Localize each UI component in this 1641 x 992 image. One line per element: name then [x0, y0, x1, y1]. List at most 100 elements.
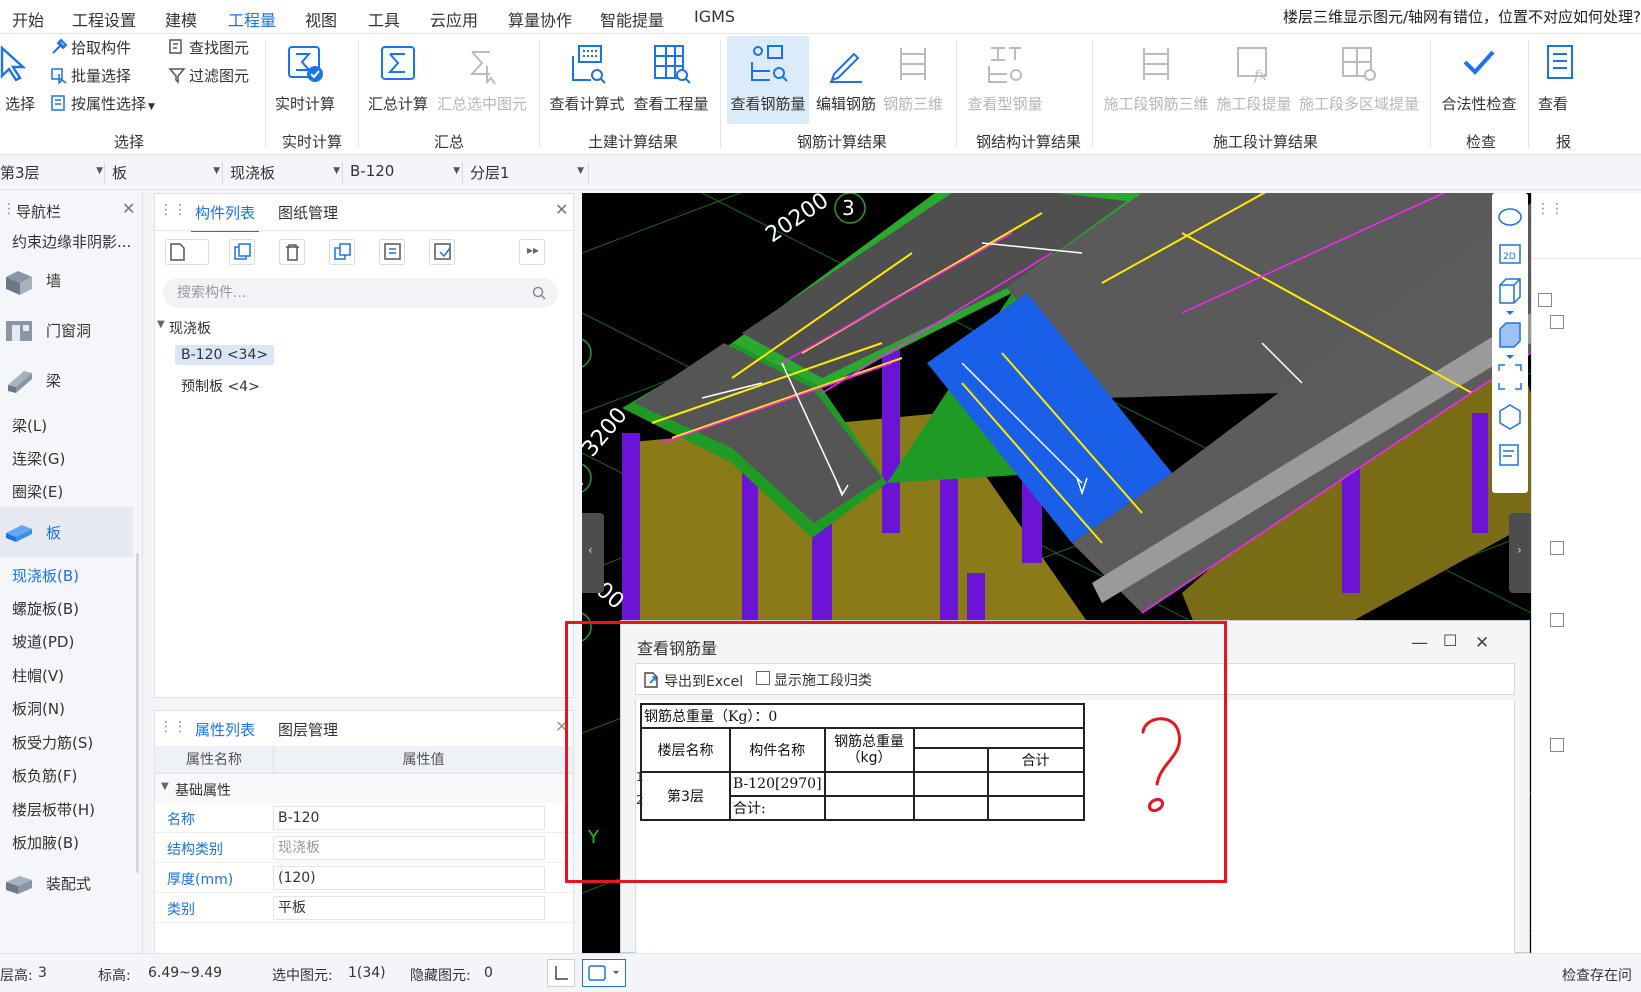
collapse-left-handle[interactable]: ‹	[582, 513, 604, 593]
component-library-button[interactable]	[379, 239, 405, 265]
batch-select-button[interactable]: 批量选择	[50, 64, 131, 88]
menu-tools[interactable]: 工具	[368, 7, 400, 31]
summary-calc-button[interactable]: 汇总计算	[366, 36, 430, 124]
export-excel-button[interactable]: 导出到Excel	[664, 671, 743, 691]
maximize-icon[interactable]: ☐	[1443, 631, 1457, 650]
component-search-input[interactable]	[177, 283, 507, 303]
select-button[interactable]: 选择	[0, 36, 40, 124]
tree-collapse-icon[interactable]	[1550, 613, 1564, 627]
table-row[interactable]: 第3层 B-120[2970]	[640, 771, 1085, 821]
nav-item-beam-l[interactable]: 梁(L)	[12, 415, 47, 436]
view-quantity-button[interactable]: 查看工程量	[632, 36, 710, 124]
nav-item-constraint-edge[interactable]: 约束边缘非阴影...	[12, 231, 131, 252]
nav-item-slab-hole[interactable]: 板洞(N)	[12, 698, 65, 719]
minimize-icon[interactable]: —	[1411, 633, 1428, 653]
prop-value-input[interactable]: 现浇板	[273, 836, 545, 860]
menu-start[interactable]: 开始	[12, 7, 44, 31]
view-formula-button[interactable]: 查看计算式	[548, 36, 626, 124]
tree-item-prefab[interactable]: 预制板 <4>	[181, 376, 260, 396]
menu-igms[interactable]: IGMS	[694, 7, 735, 26]
nav-item-link-beam[interactable]: 连梁(G)	[12, 448, 65, 469]
show-stage-checkbox[interactable]	[756, 671, 770, 685]
select-mode-dropdown[interactable]	[582, 959, 626, 987]
stage-multi-area-button[interactable]: 施工段多区域提量	[1298, 36, 1420, 124]
tree-expand-icon[interactable]: ▼	[157, 319, 165, 330]
stage-quantity-button[interactable]: fx 施工段提量	[1214, 36, 1294, 124]
prop-value-input[interactable]: 平板	[273, 896, 545, 920]
view-rebar-quantity-button[interactable]: 查看钢筋量	[727, 36, 809, 124]
floor-dropdown[interactable]: 第3层 ▼	[0, 162, 103, 184]
tree-collapse-icon[interactable]	[1550, 541, 1564, 555]
nav-item-column-cap[interactable]: 柱帽(V)	[12, 665, 64, 686]
close-icon[interactable]: ✕	[555, 200, 568, 219]
tree-collapse-icon[interactable]	[1538, 293, 1552, 307]
menu-collab[interactable]: 算量协作	[508, 7, 572, 31]
prop-value-input[interactable]: B-120	[273, 806, 545, 830]
nav-item-slab-rebar[interactable]: 板受力筋(S)	[12, 732, 93, 753]
view-steel-button[interactable]: 查看型钢量	[966, 36, 1044, 124]
type-dropdown[interactable]: 板 ▼	[112, 162, 220, 184]
ortho-toggle-button[interactable]	[547, 959, 575, 987]
nav-item-cast-slab[interactable]: 现浇板(B)	[12, 565, 79, 586]
nav-category-wall[interactable]: 墙	[0, 255, 133, 305]
drag-handle-icon[interactable]: ⋮	[2, 201, 16, 217]
component-dropdown[interactable]: B-120 ▼	[350, 162, 460, 184]
prop-value-input[interactable]: (120)	[273, 866, 545, 890]
help-notice-link[interactable]: 楼层三维显示图元/轴网有错位，位置不对应如何处理?	[1283, 6, 1641, 28]
nav-category-prefab[interactable]: 装配式	[0, 858, 133, 908]
nav-item-spiral-slab[interactable]: 螺旋板(B)	[12, 598, 79, 619]
close-icon[interactable]: ✕	[1475, 633, 1489, 653]
layer-copy-button[interactable]	[329, 239, 355, 265]
tree-collapse-icon[interactable]	[1550, 315, 1564, 329]
nav-scrollbar[interactable]	[136, 553, 139, 873]
search-icon[interactable]	[532, 286, 546, 300]
drag-handle-icon[interactable]: ⋮⋮	[159, 719, 187, 735]
tree-root-cast-slab[interactable]: 现浇板	[169, 318, 211, 338]
drag-handle-icon[interactable]: ⋮⋮	[159, 202, 187, 218]
copy-component-button[interactable]	[229, 239, 255, 265]
delete-component-button[interactable]	[279, 239, 305, 265]
nav-item-neg-rebar[interactable]: 板负筋(F)	[12, 765, 77, 786]
prop-group-basic[interactable]: ▼ 基础属性	[155, 775, 573, 803]
legality-check-button[interactable]: 合法性检查	[1438, 36, 1520, 124]
nav-item-ramp[interactable]: 坡道(PD)	[12, 631, 74, 652]
nav-category-slab[interactable]: 板	[0, 507, 133, 557]
layer-dropdown[interactable]: 分层1 ▼	[470, 162, 584, 184]
close-icon[interactable]: ✕	[555, 717, 568, 736]
menu-modeling[interactable]: 建模	[165, 7, 197, 31]
find-element-button[interactable]: 查找图元	[168, 36, 249, 60]
realtime-calc-button[interactable]: 实时计算	[272, 36, 338, 124]
nav-item-floor-strip[interactable]: 楼层板带(H)	[12, 799, 95, 820]
summary-selected-button[interactable]: 汇总选中图元	[436, 36, 528, 124]
collapse-right-handle[interactable]: ›	[1509, 513, 1531, 593]
filter-element-button[interactable]: 过滤图元	[168, 64, 249, 88]
edit-rebar-button[interactable]: 编辑钢筋	[814, 36, 878, 124]
tab-property-list[interactable]: 属性列表	[190, 719, 260, 749]
select-by-property-button[interactable]: 按属性选择 ▼	[50, 92, 155, 116]
menu-view[interactable]: 视图	[305, 7, 337, 31]
view-report-button[interactable]: 查看	[1534, 36, 1574, 124]
menu-cloud[interactable]: 云应用	[430, 7, 478, 31]
new-component-button[interactable]	[165, 239, 209, 265]
tab-layer-management[interactable]: 图层管理	[278, 719, 338, 740]
nav-category-beam[interactable]: 梁	[0, 355, 133, 405]
stage-rebar-3d-button[interactable]: 施工段钢筋三维	[1103, 36, 1209, 124]
expand-more-button[interactable]: ▸▸	[519, 239, 545, 265]
nav-category-door-window[interactable]: 门窗洞	[0, 305, 133, 355]
pick-component-button[interactable]: 拾取构件	[50, 36, 131, 60]
rebar-3d-button[interactable]: 钢筋三维	[880, 36, 946, 124]
tab-drawing-management[interactable]: 图纸管理	[278, 202, 338, 223]
drag-handle-icon[interactable]: ⋮⋮	[1536, 201, 1564, 217]
tree-item-b120[interactable]: B-120 <34>	[175, 345, 275, 365]
close-icon[interactable]: ✕	[122, 199, 135, 218]
menu-project-settings[interactable]: 工程设置	[72, 7, 136, 31]
menu-smart[interactable]: 智能提量	[600, 7, 664, 31]
nav-item-ring-beam[interactable]: 圈梁(E)	[12, 481, 63, 502]
tab-component-list[interactable]: 构件列表	[190, 202, 260, 232]
extract-component-button[interactable]	[429, 239, 455, 265]
tree-collapse-icon[interactable]	[1550, 738, 1564, 752]
check-issue-text[interactable]: 检查存在问	[1562, 965, 1632, 985]
menu-quantity[interactable]: 工程量	[228, 7, 277, 38]
nav-item-slab-haunch[interactable]: 板加腋(B)	[12, 832, 79, 853]
subtype-dropdown[interactable]: 现浇板 ▼	[230, 162, 340, 184]
